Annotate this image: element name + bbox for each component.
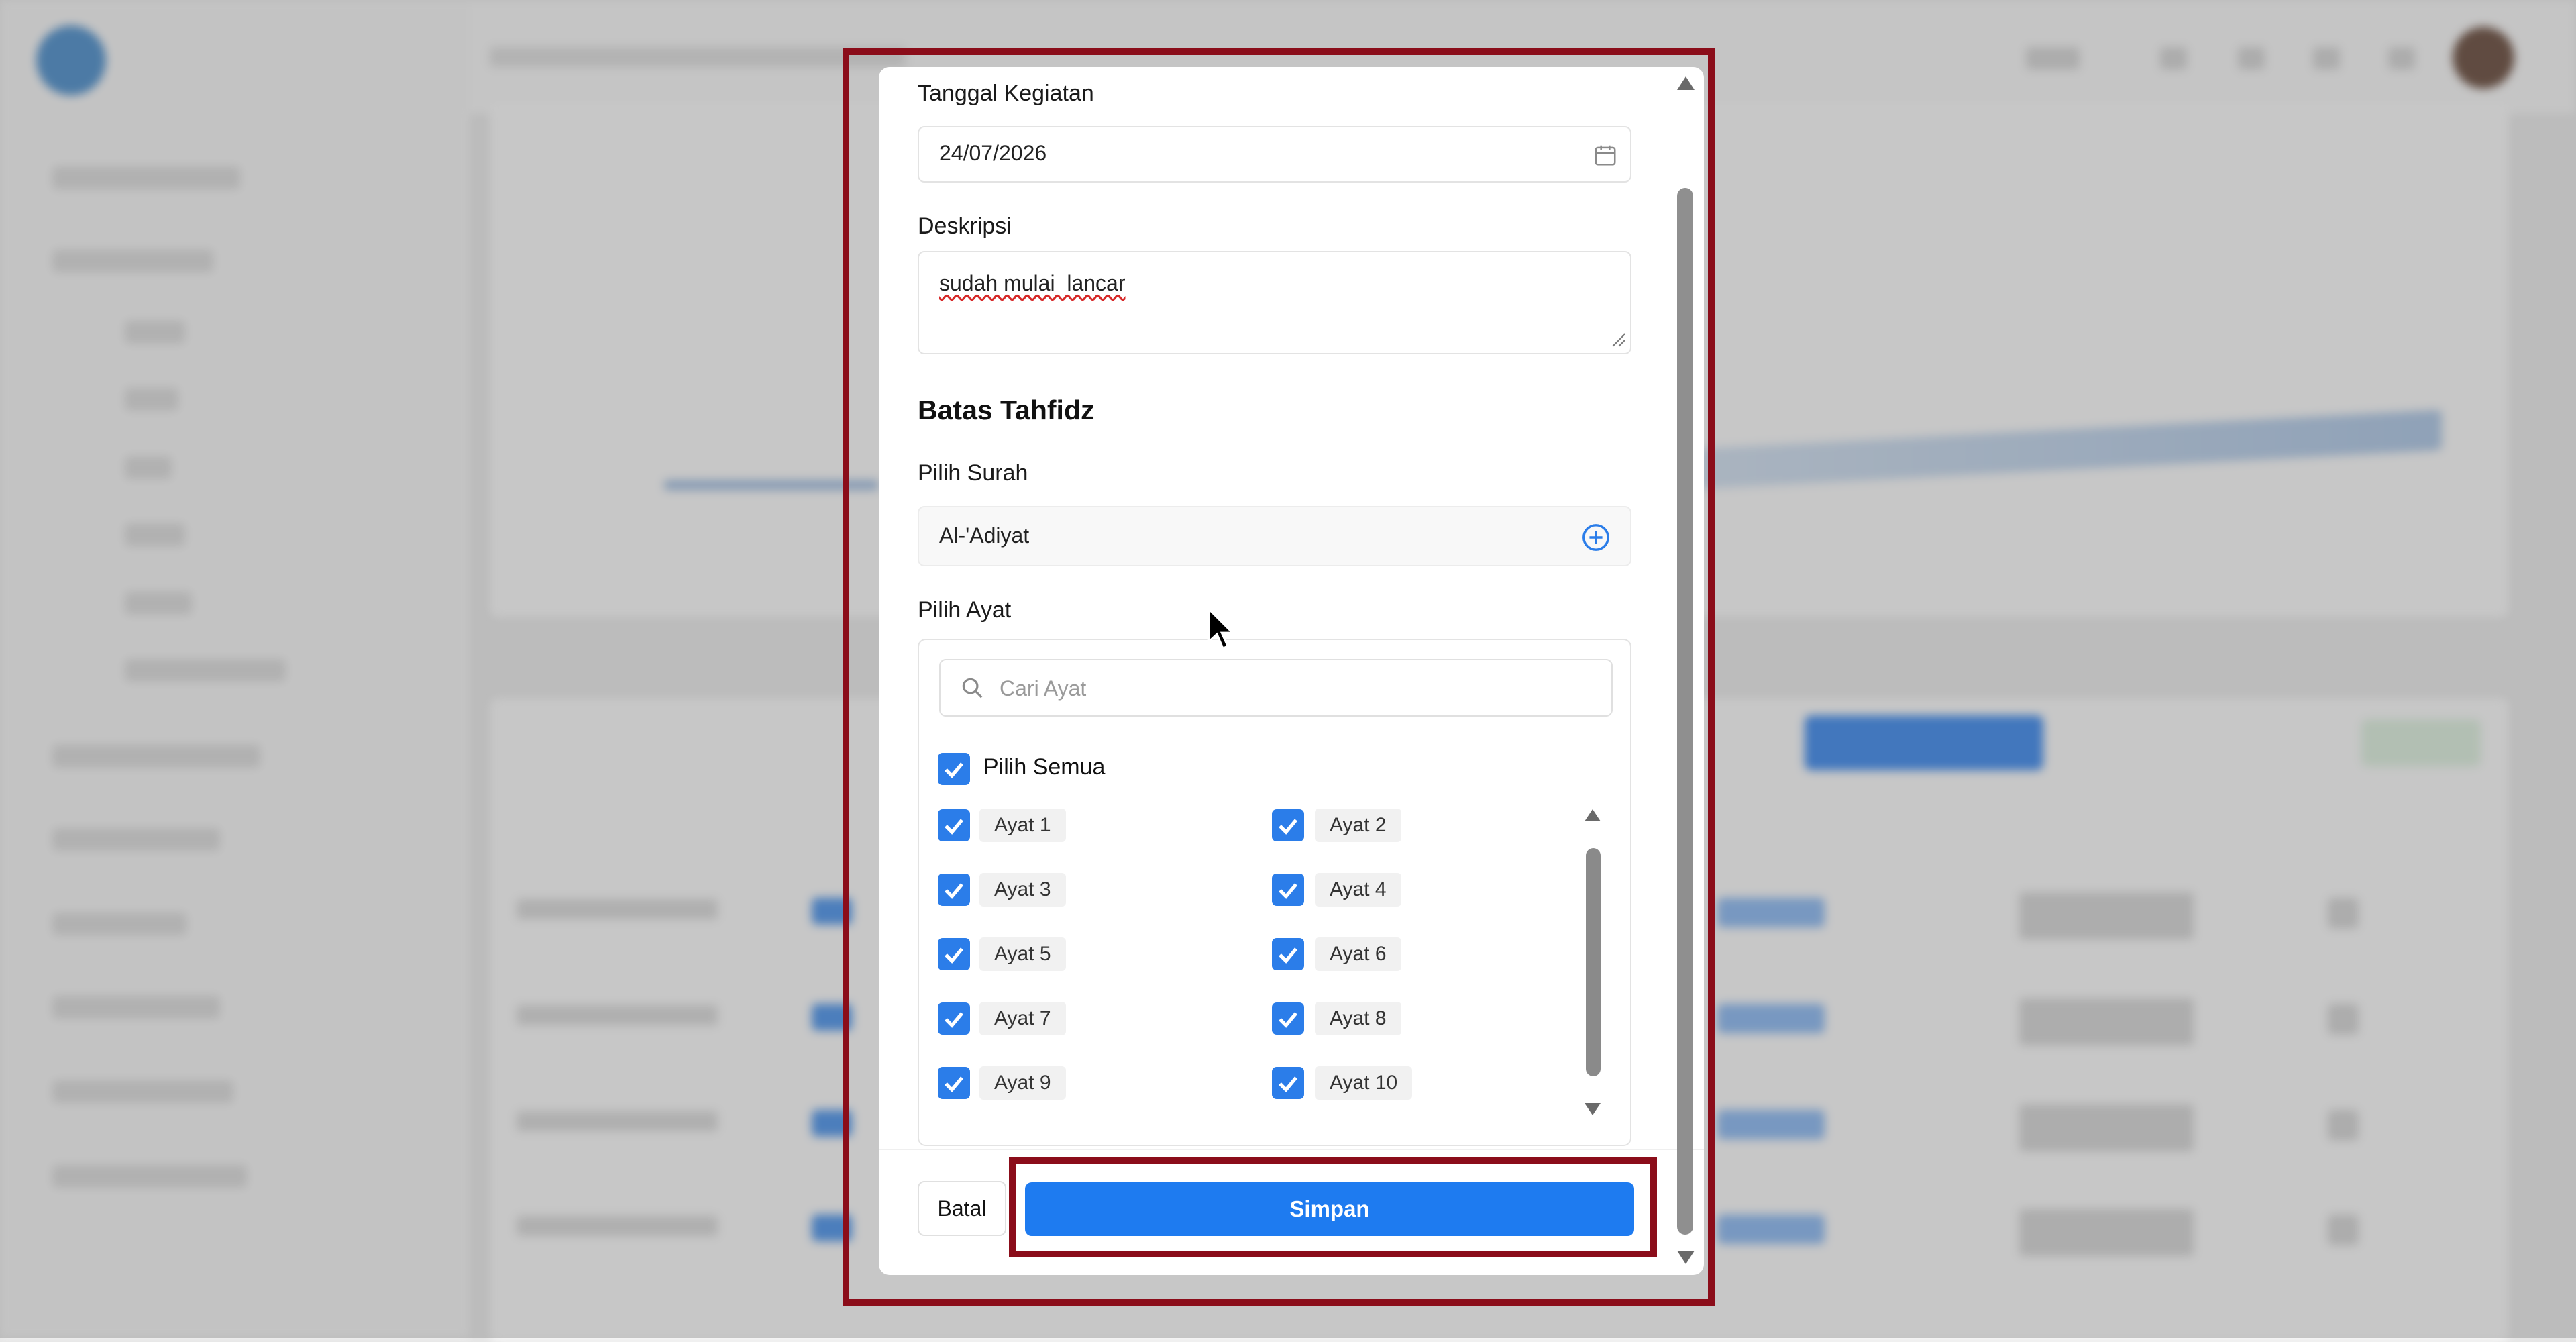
modal-scroll-thumb[interactable] xyxy=(1677,188,1693,1235)
ayat-10-label: Ayat 10 xyxy=(1315,1066,1413,1100)
check-icon xyxy=(1279,947,1297,964)
check-icon xyxy=(1279,1076,1297,1092)
search-icon xyxy=(962,678,983,699)
check-icon xyxy=(1279,883,1297,899)
check-icon xyxy=(1279,1012,1297,1028)
ayat-6-checkbox[interactable] xyxy=(1272,938,1304,970)
batas-tahfidz-title: Batas Tahfidz xyxy=(918,395,1095,425)
ayat-list-scroll-thumb[interactable] xyxy=(1586,848,1601,1076)
calendar-icon[interactable] xyxy=(1593,142,1618,168)
ayat-8-label: Ayat 8 xyxy=(1315,1002,1401,1035)
check-icon xyxy=(945,819,963,835)
modal-footer-divider xyxy=(879,1149,1704,1150)
ayat-3-checkbox[interactable] xyxy=(938,874,970,906)
deskripsi-value: sudah mulai lancar xyxy=(939,271,1126,295)
tanggal-input[interactable]: 24/07/2026 xyxy=(918,126,1631,183)
ayat-9-checkbox[interactable] xyxy=(938,1067,970,1099)
scroll-up-arrow-icon[interactable] xyxy=(1583,808,1602,824)
ayat-2-checkbox[interactable] xyxy=(1272,809,1304,841)
tanggal-value: 24/07/2026 xyxy=(939,141,1047,165)
batal-button[interactable]: Batal xyxy=(918,1181,1006,1236)
resize-handle-icon[interactable] xyxy=(1610,331,1626,348)
deskripsi-textarea[interactable]: sudah mulai lancar xyxy=(918,251,1631,354)
ayat-7-checkbox[interactable] xyxy=(938,1002,970,1035)
check-icon xyxy=(945,1012,963,1028)
check-icon xyxy=(945,762,963,778)
modal-scrollbar[interactable] xyxy=(1670,67,1700,1275)
tanggal-label: Tanggal Kegiatan xyxy=(918,81,1094,106)
surah-value: Al-'Adiyat xyxy=(939,523,1030,548)
tahfidz-form-modal: Tanggal Kegiatan 24/07/2026 Deskripsi su… xyxy=(879,67,1704,1275)
pilih-semua-checkbox[interactable] xyxy=(938,753,970,785)
scroll-down-arrow-icon[interactable] xyxy=(1676,1248,1696,1266)
ayat-5-label: Ayat 5 xyxy=(979,937,1066,971)
check-icon xyxy=(1279,819,1297,835)
ayat-4-checkbox[interactable] xyxy=(1272,874,1304,906)
ayat-8-checkbox[interactable] xyxy=(1272,1002,1304,1035)
plus-circle-icon[interactable] xyxy=(1580,522,1611,553)
deskripsi-label: Deskripsi xyxy=(918,213,1012,239)
ayat-9-label: Ayat 9 xyxy=(979,1066,1066,1100)
check-icon xyxy=(945,883,963,899)
search-placeholder: Cari Ayat xyxy=(1000,676,1087,701)
ayat-7-label: Ayat 7 xyxy=(979,1002,1066,1035)
check-icon xyxy=(945,1076,963,1092)
ayat-selector: Cari Ayat Pilih Semua Ayat 1 Ayat 2 Ayat… xyxy=(918,639,1631,1146)
check-icon xyxy=(945,947,963,964)
scroll-up-arrow-icon[interactable] xyxy=(1676,75,1696,93)
ayat-1-label: Ayat 1 xyxy=(979,809,1066,842)
surah-select[interactable]: Al-'Adiyat xyxy=(918,506,1631,566)
ayat-search-input[interactable]: Cari Ayat xyxy=(939,659,1613,717)
ayat-list-scrollbar[interactable] xyxy=(1582,808,1602,1117)
ayat-label: Pilih Ayat xyxy=(918,597,1012,623)
ayat-5-checkbox[interactable] xyxy=(938,938,970,970)
ayat-4-label: Ayat 4 xyxy=(1315,873,1401,907)
pilih-semua-label: Pilih Semua xyxy=(983,754,1106,780)
scroll-down-arrow-icon[interactable] xyxy=(1583,1100,1602,1117)
ayat-3-label: Ayat 3 xyxy=(979,873,1066,907)
ayat-6-label: Ayat 6 xyxy=(1315,937,1401,971)
mouse-pointer-icon xyxy=(1208,608,1235,650)
simpan-highlight-frame xyxy=(1009,1157,1657,1257)
ayat-1-checkbox[interactable] xyxy=(938,809,970,841)
ayat-10-checkbox[interactable] xyxy=(1272,1067,1304,1099)
surah-label: Pilih Surah xyxy=(918,460,1028,486)
ayat-2-label: Ayat 2 xyxy=(1315,809,1401,842)
